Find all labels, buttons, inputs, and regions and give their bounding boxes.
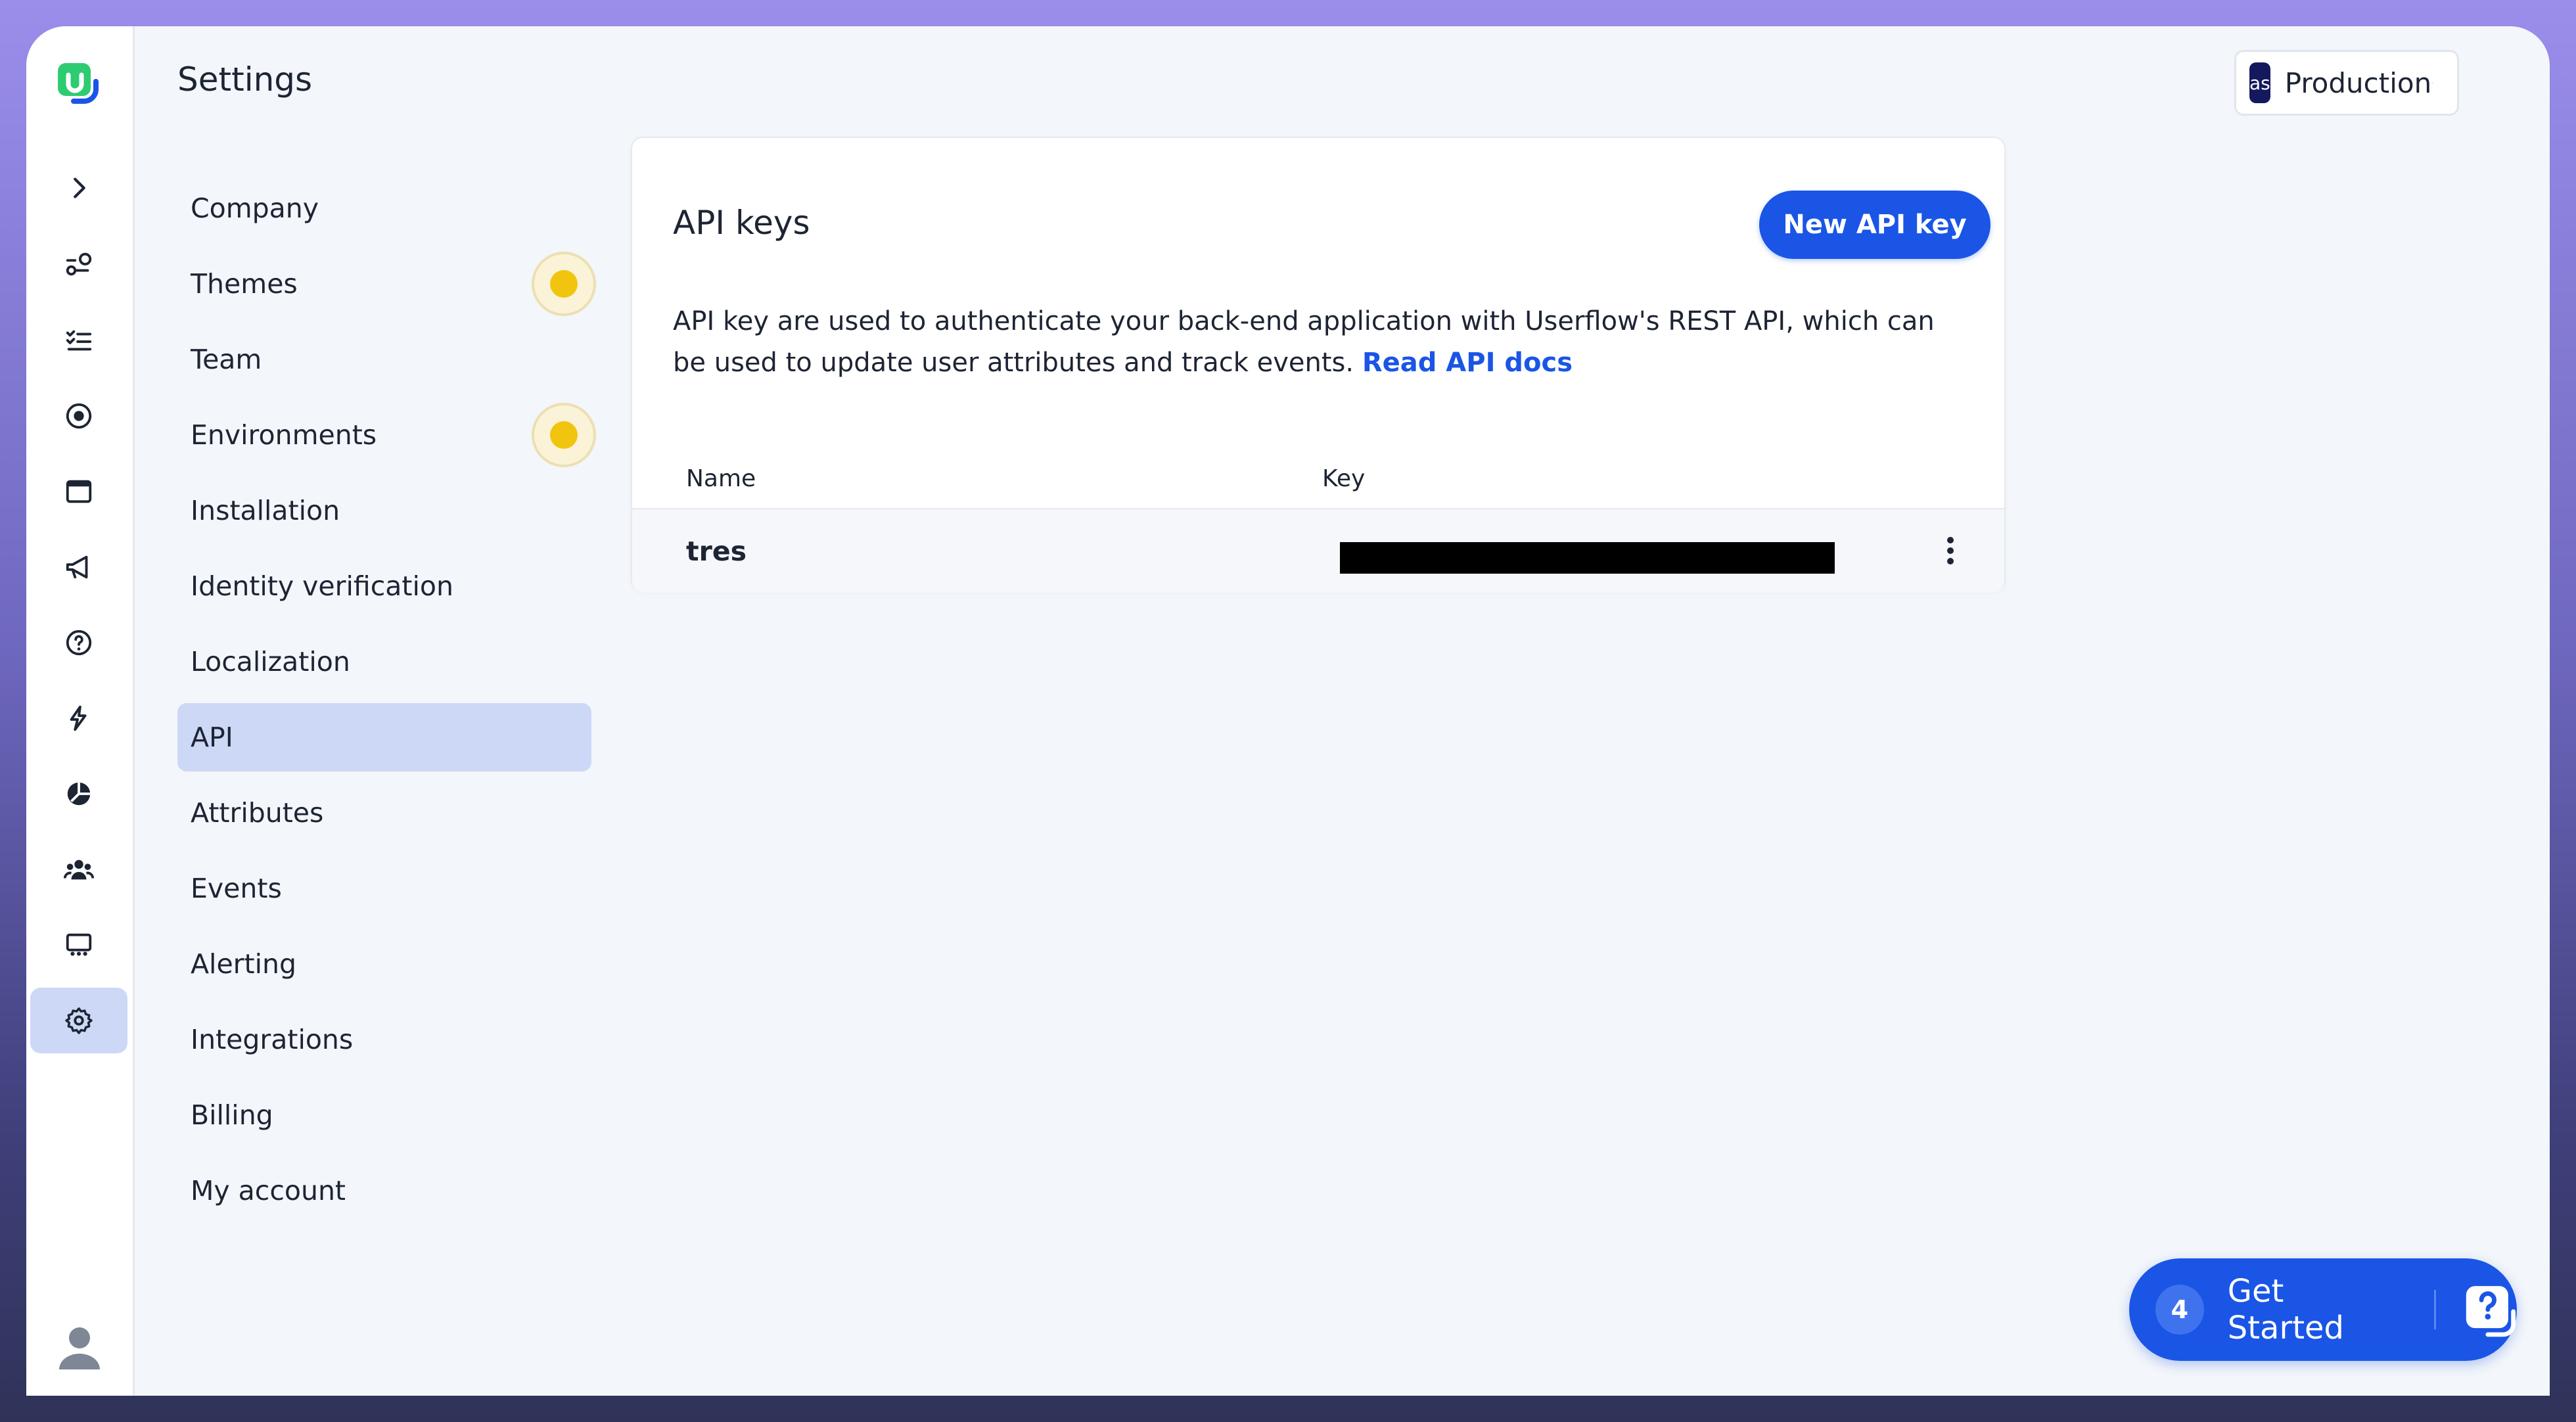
column-header-name: Name xyxy=(686,465,756,492)
api-keys-card: API keys New API key API key are used to… xyxy=(631,137,2006,593)
nav-item-environments[interactable]: Environments xyxy=(177,401,596,469)
analytics-icon xyxy=(67,782,91,806)
nav-item-label: Themes xyxy=(191,268,298,300)
divider xyxy=(2433,1290,2436,1329)
rail-item-launchers[interactable] xyxy=(30,383,127,449)
table-row: tres xyxy=(632,508,2004,593)
api-key-value-redacted xyxy=(1340,542,1835,574)
onboarding-beacon[interactable] xyxy=(532,403,596,467)
nav-item-integrations[interactable]: Integrations xyxy=(177,1005,591,1074)
userflow-logo-icon[interactable] xyxy=(55,60,100,105)
nav-item-label: Company xyxy=(191,193,319,224)
beacon-dot xyxy=(550,421,578,449)
flows-icon xyxy=(66,252,92,276)
nav-item-my-account[interactable]: My account xyxy=(177,1157,591,1225)
rail-item-actions[interactable] xyxy=(30,685,127,751)
user-avatar-icon[interactable] xyxy=(54,1321,105,1372)
nav-item-label: Team xyxy=(191,344,262,375)
rail-item-checklists[interactable] xyxy=(30,308,127,373)
nav-item-label: API xyxy=(191,722,233,753)
megaphone-icon xyxy=(66,555,88,579)
bolt-icon xyxy=(70,705,87,731)
nav-item-installation[interactable]: Installation xyxy=(177,476,591,545)
nav-item-label: Localization xyxy=(191,646,350,677)
nav-item-label: Billing xyxy=(191,1099,273,1131)
get-started-label: Get Started xyxy=(2227,1273,2345,1346)
environment-label: Production xyxy=(2284,66,2432,99)
nav-item-api[interactable]: API xyxy=(177,703,591,771)
rail-item-flows[interactable] xyxy=(30,231,127,297)
icon-rail xyxy=(26,26,135,1396)
app-window: Settings as Production Company Themes Te… xyxy=(26,26,2550,1396)
gear-icon xyxy=(65,1007,93,1034)
environment-badge: as xyxy=(2249,62,2270,103)
rail-item-analytics[interactable] xyxy=(30,761,127,827)
nav-item-alerting[interactable]: Alerting xyxy=(177,930,591,998)
nav-item-attributes[interactable]: Attributes xyxy=(177,779,591,847)
beacon-dot xyxy=(550,270,578,298)
nav-item-themes[interactable]: Themes xyxy=(177,250,596,318)
rail-item-settings[interactable] xyxy=(30,988,127,1053)
api-key-name: tres xyxy=(686,536,747,567)
expand-sidebar-button[interactable] xyxy=(30,155,127,221)
target-icon xyxy=(66,403,92,429)
window-icon xyxy=(66,480,92,503)
rail-item-banners[interactable] xyxy=(30,459,127,524)
nav-item-localization[interactable]: Localization xyxy=(177,628,591,696)
nav-item-label: My account xyxy=(191,1175,346,1206)
nav-item-label: Attributes xyxy=(191,797,324,829)
page-title: Settings xyxy=(177,60,313,99)
chevron-down-icon xyxy=(2431,82,2433,83)
get-started-count-badge: 4 xyxy=(2155,1285,2204,1335)
nav-item-label: Installation xyxy=(191,495,340,526)
nav-item-label: Environments xyxy=(191,419,377,451)
settings-nav: Company Themes Team Environments Install… xyxy=(177,174,596,1232)
rail-item-companies[interactable] xyxy=(30,912,127,978)
onboarding-beacon[interactable] xyxy=(532,252,596,316)
users-icon xyxy=(64,860,94,880)
api-description: API key are used to authenticate your ba… xyxy=(673,301,1961,384)
nav-item-team[interactable]: Team xyxy=(177,325,591,394)
api-description-text: API key are used to authenticate your ba… xyxy=(673,306,1935,378)
help-chat-icon xyxy=(2466,1286,2516,1337)
rail-item-resource-center[interactable] xyxy=(30,610,127,676)
help-icon xyxy=(66,630,92,656)
checklist-icon xyxy=(66,330,92,351)
companies-icon xyxy=(66,933,92,956)
nav-item-label: Events xyxy=(191,873,282,904)
new-api-key-button[interactable]: New API key xyxy=(1759,191,1990,259)
environment-selector[interactable]: as Production xyxy=(2234,50,2459,116)
chevron-right-icon xyxy=(74,177,85,198)
nav-item-label: Integrations xyxy=(191,1024,354,1055)
get-started-button[interactable]: 4 Get Started xyxy=(2129,1258,2517,1361)
read-api-docs-link[interactable]: Read API docs xyxy=(1362,348,1573,378)
nav-item-label: Identity verification xyxy=(191,570,453,602)
column-header-key: Key xyxy=(1322,465,1366,492)
nav-item-events[interactable]: Events xyxy=(177,854,591,923)
nav-item-label: Alerting xyxy=(191,948,296,980)
nav-item-billing[interactable]: Billing xyxy=(177,1081,591,1149)
nav-item-company[interactable]: Company xyxy=(177,174,591,242)
rail-item-users[interactable] xyxy=(30,837,127,902)
more-options-icon[interactable] xyxy=(1945,534,1956,567)
card-title: API keys xyxy=(673,204,810,242)
nav-item-identity-verification[interactable]: Identity verification xyxy=(177,552,591,620)
rail-item-announcements[interactable] xyxy=(30,534,127,600)
